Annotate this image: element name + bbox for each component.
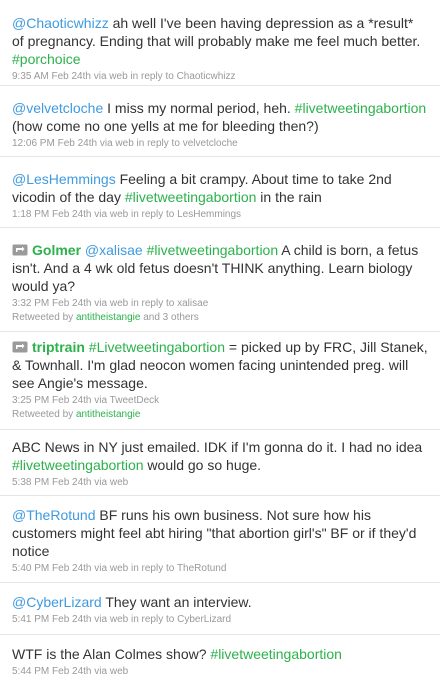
- retweet-icon: [12, 242, 28, 256]
- tweet-text: @velvetcloche I miss my normal period, h…: [12, 99, 428, 135]
- tweet-meta: 3:25 PM Feb 24th via TweetDeck: [12, 394, 428, 408]
- in-reply-to-link[interactable]: xalisae: [177, 298, 208, 309]
- in-reply-to-link[interactable]: CyberLizard: [177, 614, 231, 625]
- tweet-body: They want an interview.: [101, 594, 252, 610]
- via-label: via: [91, 298, 110, 309]
- tweet-meta: 5:38 PM Feb 24th via web: [12, 476, 428, 490]
- tweet-item: @CyberLizard They want an interview. 5:4…: [0, 583, 440, 635]
- via-label: via: [91, 666, 110, 677]
- tweet-text: @CyberLizard They want an interview.: [12, 593, 428, 611]
- tweet-meta: 12:06 PM Feb 24th via web in reply to ve…: [12, 137, 428, 151]
- retweeted-by: Retweeted by antitheistangie and 3 other…: [12, 311, 428, 325]
- timestamp-link[interactable]: 5:38 PM Feb 24th: [12, 477, 92, 488]
- retweeted-prefix: Retweeted by: [12, 312, 76, 323]
- retweeter-link[interactable]: antitheistangie: [76, 409, 141, 420]
- via-label: via: [91, 209, 110, 220]
- tweet-item: @LesHemmings Feeling a bit crampy. About…: [0, 157, 440, 228]
- reply-prefix: in reply to: [133, 138, 183, 149]
- reply-prefix: in reply to: [128, 563, 177, 574]
- mention-link[interactable]: @xalisae: [85, 242, 143, 258]
- retweeted-by: Retweeted by antitheistangie: [12, 408, 428, 422]
- reply-prefix: in reply to: [128, 614, 178, 625]
- tweet-text: @TheRotund BF runs his own business. Not…: [12, 506, 428, 560]
- retweeted-suffix: and 3 others: [140, 312, 199, 323]
- mention-link[interactable]: @CyberLizard: [12, 594, 102, 610]
- tweet-body-2: in the rain: [256, 189, 322, 205]
- reply-prefix: in reply to: [128, 209, 178, 220]
- retweet-user-link[interactable]: Golmer: [32, 242, 81, 258]
- tweet-text: @LesHemmings Feeling a bit crampy. About…: [12, 170, 428, 206]
- tweet-body: ABC News in NY just emailed. IDK if I'm …: [12, 439, 423, 455]
- reply-prefix: in reply to: [128, 298, 178, 309]
- via-label: via: [90, 71, 110, 82]
- tweet-item: @velvetcloche I miss my normal period, h…: [0, 86, 440, 157]
- hashtag-link[interactable]: #livetweetingabortion: [210, 646, 342, 662]
- source-link[interactable]: web: [110, 209, 128, 220]
- timestamp-link[interactable]: 12:06 PM Feb 24th: [12, 138, 97, 149]
- timestamp-link[interactable]: 5:44 PM Feb 24th: [12, 666, 92, 677]
- hashtag-link[interactable]: #Livetweetingabortion: [89, 339, 225, 355]
- source-link[interactable]: web: [110, 298, 128, 309]
- source-link[interactable]: web: [110, 477, 128, 488]
- timestamp-link[interactable]: 3:25 PM Feb 24th: [12, 395, 92, 406]
- source-link[interactable]: web: [109, 71, 127, 82]
- hashtag-link[interactable]: #livetweetingabortion: [125, 189, 257, 205]
- timestamp-link[interactable]: 1:18 PM Feb 24th: [12, 209, 92, 220]
- tweet-timeline: @Chaoticwhizz ah well I've been having d…: [0, 0, 440, 689]
- via-label: via: [91, 614, 110, 625]
- mention-link[interactable]: @TheRotund: [12, 507, 95, 523]
- source-link[interactable]: web: [110, 666, 128, 677]
- via-label: via: [91, 563, 110, 574]
- tweet-text: Golmer @xalisae #livetweetingabortion A …: [12, 241, 428, 295]
- tweet-meta: 3:32 PM Feb 24th via web in reply to xal…: [12, 297, 428, 311]
- tweet-text: triptrain #Livetweetingabortion = picked…: [12, 338, 428, 392]
- tweet-item: @Chaoticwhizz ah well I've been having d…: [0, 10, 440, 86]
- mention-link[interactable]: @LesHemmings: [12, 171, 116, 187]
- tweet-meta: 9:35 AM Feb 24th via web in reply to Cha…: [12, 70, 428, 84]
- in-reply-to-link[interactable]: velvetcloche: [183, 138, 238, 149]
- retweeter-link[interactable]: antitheistangie: [76, 312, 141, 323]
- via-label: via: [91, 477, 110, 488]
- hashtag-link[interactable]: #livetweetingabortion: [147, 242, 279, 258]
- tweet-item: @TheRotund BF runs his own business. Not…: [0, 496, 440, 583]
- tweet-item: triptrain #Livetweetingabortion = picked…: [0, 332, 440, 430]
- timestamp-link[interactable]: 9:35 AM Feb 24th: [12, 71, 91, 82]
- tweet-text: ABC News in NY just emailed. IDK if I'm …: [12, 438, 428, 474]
- timestamp-link[interactable]: 5:40 PM Feb 24th: [12, 563, 92, 574]
- tweet-meta: 5:40 PM Feb 24th via web in reply to The…: [12, 562, 428, 576]
- tweet-body-2: would go so huge.: [143, 457, 262, 473]
- retweeted-prefix: Retweeted by: [12, 409, 76, 420]
- tweet-item: ABC News in NY just emailed. IDK if I'm …: [0, 430, 440, 496]
- in-reply-to-link[interactable]: TheRotund: [177, 563, 226, 574]
- retweet-user-link[interactable]: triptrain: [32, 339, 85, 355]
- tweet-body-2: (how come no one yells at me for bleedin…: [12, 118, 319, 134]
- tweet-body: WTF is the Alan Colmes show?: [12, 646, 211, 662]
- tweet-item: WTF is the Alan Colmes show? #livetweeti…: [0, 635, 440, 689]
- tweet-meta: 1:18 PM Feb 24th via web in reply to Les…: [12, 208, 428, 222]
- tweet-meta: 5:44 PM Feb 24th via web: [12, 665, 428, 679]
- hashtag-link[interactable]: #livetweetingabortion: [295, 100, 427, 116]
- source-link[interactable]: web: [110, 563, 128, 574]
- source-link[interactable]: TweetDeck: [110, 395, 159, 406]
- via-label: via: [97, 138, 116, 149]
- via-label: via: [91, 395, 110, 406]
- tweet-meta: 5:41 PM Feb 24th via web in reply to Cyb…: [12, 613, 428, 627]
- hashtag-link[interactable]: #livetweetingabortion: [12, 457, 144, 473]
- mention-link[interactable]: @Chaoticwhizz: [12, 15, 109, 31]
- tweet-text: WTF is the Alan Colmes show? #livetweeti…: [12, 645, 428, 663]
- timestamp-link[interactable]: 3:32 PM Feb 24th: [12, 298, 92, 309]
- tweet-item: Golmer @xalisae #livetweetingabortion A …: [0, 228, 440, 332]
- mention-link[interactable]: @velvetcloche: [12, 100, 103, 116]
- tweet-text: @Chaoticwhizz ah well I've been having d…: [12, 14, 428, 68]
- retweet-icon: [12, 339, 28, 353]
- in-reply-to-link[interactable]: LesHemmings: [177, 209, 241, 220]
- tweet-body: I miss my normal period, heh.: [103, 100, 295, 116]
- hashtag-link[interactable]: #porchoice: [12, 51, 81, 67]
- in-reply-to-link[interactable]: Chaoticwhizz: [177, 71, 236, 82]
- reply-prefix: in reply to: [127, 71, 177, 82]
- source-link[interactable]: web: [110, 614, 128, 625]
- timestamp-link[interactable]: 5:41 PM Feb 24th: [12, 614, 92, 625]
- source-link[interactable]: web: [115, 138, 133, 149]
